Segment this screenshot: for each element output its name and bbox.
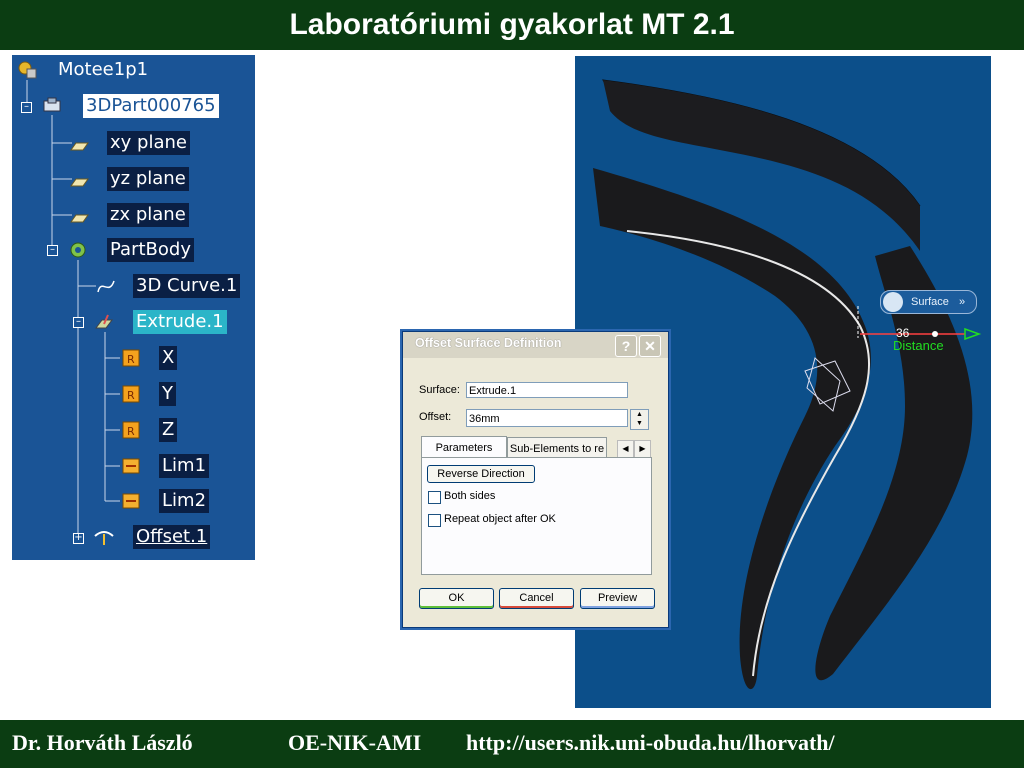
tree-item-partbody[interactable]: PartBody: [107, 238, 194, 262]
close-button[interactable]: ✕: [639, 335, 661, 357]
tree-item-offset[interactable]: Offset.1: [133, 525, 211, 549]
tree-item-extrude[interactable]: Extrude.1: [133, 310, 227, 334]
specification-tree: Motee1p1 – 3DPart000765 xy plane yz plan…: [12, 55, 255, 560]
tab-scroll-left-icon[interactable]: ◀: [617, 440, 634, 458]
slide-title: Laboratóriumi gyakorlat MT 2.1: [0, 0, 1024, 50]
collapse-toggle[interactable]: –: [47, 245, 58, 256]
surface-sphere-icon: [883, 292, 903, 312]
tree-item-lim2[interactable]: Lim2: [159, 489, 210, 513]
tree-item-yz-plane[interactable]: yz plane: [107, 167, 189, 191]
tab-scroll-right-icon[interactable]: ▶: [634, 440, 651, 458]
tree-item-param-y[interactable]: Y: [159, 382, 176, 406]
tab-sub-elements[interactable]: Sub-Elements to re: [507, 437, 607, 459]
offset-surface-dialog: Offset Surface Definition ? ✕ Surface: E…: [402, 331, 669, 628]
tree-item-part[interactable]: 3DPart000765: [83, 94, 219, 118]
part-icon: [41, 95, 63, 117]
tree-item-xy-plane[interactable]: xy plane: [107, 131, 190, 155]
tree-item-param-x[interactable]: X: [159, 346, 178, 370]
distance-label: Distance: [893, 338, 944, 353]
offset-surface-icon: [93, 526, 115, 548]
tab-parameters[interactable]: Parameters: [421, 436, 507, 458]
tree-item-lim1[interactable]: Lim1: [159, 454, 210, 478]
surface-manipulator-chip[interactable]: Surface »: [880, 290, 977, 314]
curve-icon: [95, 276, 117, 298]
dialog-title-bar[interactable]: Offset Surface Definition ? ✕: [403, 332, 668, 358]
svg-text:R: R: [127, 353, 135, 366]
help-button[interactable]: ?: [615, 335, 637, 357]
svg-text:R: R: [127, 425, 135, 438]
extrude-icon: [93, 311, 115, 333]
plane-icon: [68, 171, 90, 193]
tree-root-label[interactable]: Motee1p1: [55, 58, 151, 82]
ok-button[interactable]: OK: [419, 588, 494, 609]
chevron-right-icon: »: [959, 296, 966, 308]
repeat-object-label: Repeat object after OK: [444, 513, 556, 525]
parameter-icon: R: [120, 383, 142, 405]
tree-item-zx-plane[interactable]: zx plane: [107, 203, 189, 227]
preview-button[interactable]: Preview: [580, 588, 655, 609]
limit-icon: [120, 490, 142, 512]
parameter-icon: R: [120, 347, 142, 369]
collapse-toggle[interactable]: –: [21, 102, 32, 113]
footer-author: Dr. Horváth László: [12, 730, 193, 755]
product-icon: [17, 59, 39, 81]
cancel-button[interactable]: Cancel: [499, 588, 574, 609]
limit-icon: [120, 455, 142, 477]
surface-field-label: Surface:: [419, 384, 460, 396]
parameter-icon: R: [120, 419, 142, 441]
slide-footer: Dr. Horváth László OE-NIK-AMI http://use…: [0, 720, 1024, 768]
both-sides-label: Both sides: [444, 490, 496, 502]
spin-up-icon[interactable]: ▲: [631, 410, 648, 419]
collapse-toggle[interactable]: –: [73, 317, 84, 328]
repeat-object-checkbox[interactable]: [428, 514, 441, 527]
surface-chip-label: Surface: [911, 296, 949, 308]
plane-icon: [68, 135, 90, 157]
dialog-title: Offset Surface Definition: [415, 336, 562, 350]
offset-field[interactable]: 36mm: [466, 409, 628, 427]
plane-icon: [68, 207, 90, 229]
footer-url[interactable]: http://users.nik.uni-obuda.hu/lhorvath/: [466, 720, 835, 766]
offset-spinner[interactable]: ▲ ▼: [630, 409, 649, 430]
spin-down-icon[interactable]: ▼: [631, 419, 648, 428]
offset-field-label: Offset:: [419, 411, 452, 423]
reverse-direction-button[interactable]: Reverse Direction: [427, 465, 535, 483]
tree-item-3d-curve[interactable]: 3D Curve.1: [133, 274, 241, 298]
footer-org: OE-NIK-AMI: [288, 730, 422, 755]
tree-item-param-z[interactable]: Z: [159, 418, 178, 442]
parameters-panel: Reverse Direction Both sides Repeat obje…: [421, 457, 652, 575]
svg-text:R: R: [127, 389, 135, 402]
both-sides-checkbox[interactable]: [428, 491, 441, 504]
body-gear-icon: [67, 239, 89, 261]
expand-toggle[interactable]: +: [73, 533, 84, 544]
surface-field[interactable]: Extrude.1: [466, 382, 628, 398]
